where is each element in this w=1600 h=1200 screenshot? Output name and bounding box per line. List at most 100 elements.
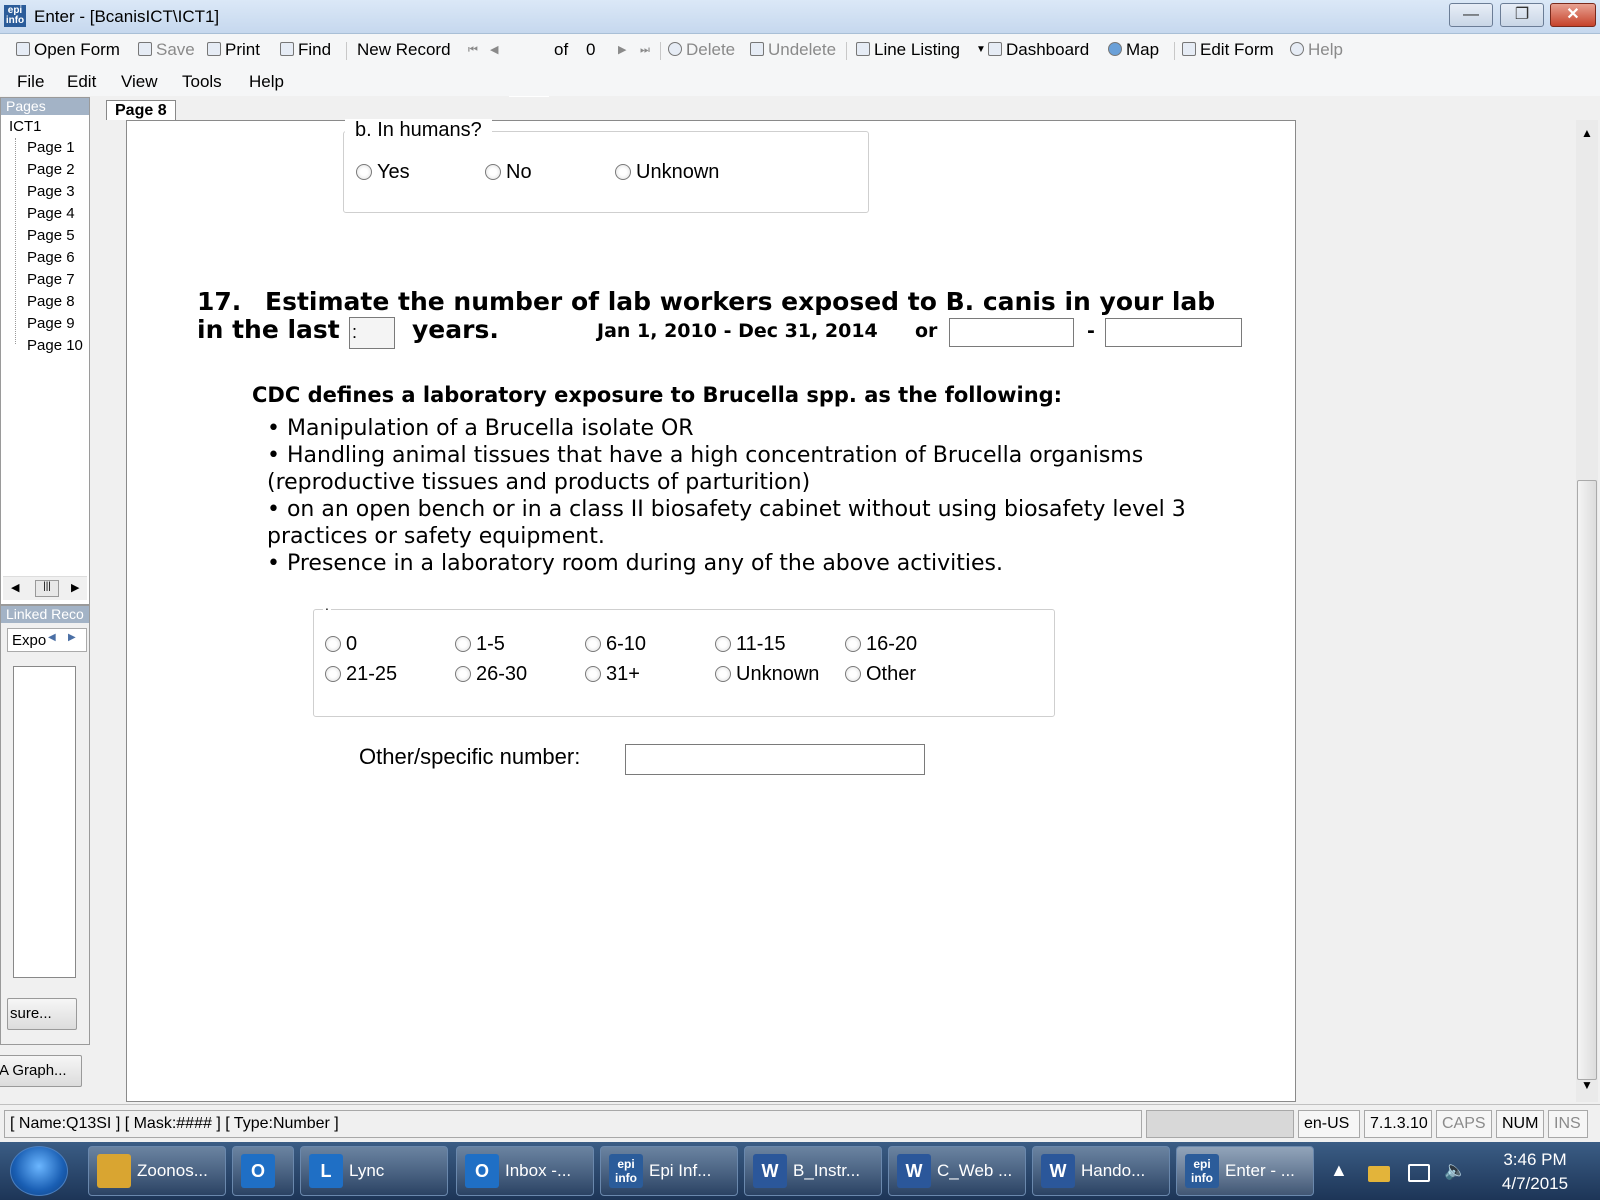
chart-icon bbox=[988, 42, 1002, 56]
question-17-number: 17. bbox=[197, 287, 242, 316]
exposure-option-other[interactable]: Other bbox=[845, 663, 916, 686]
other-number-input[interactable] bbox=[625, 744, 925, 775]
num-status: NUM bbox=[1496, 1110, 1544, 1138]
last-record-icon[interactable]: ⏭ bbox=[640, 39, 650, 61]
radio-circle bbox=[585, 666, 601, 682]
menu-edit[interactable]: Edit bbox=[67, 72, 96, 92]
humans-no-radio[interactable]: No bbox=[485, 161, 532, 184]
exposure-option-1-5[interactable]: 1-5 bbox=[455, 633, 505, 656]
menu-tools[interactable]: Tools bbox=[182, 72, 222, 92]
restore-button[interactable]: ❐ bbox=[1500, 3, 1544, 27]
menu-help[interactable]: Help bbox=[249, 72, 284, 92]
taskbar-item-epi-info[interactable]: epi info Epi Inf... bbox=[600, 1146, 738, 1196]
next-record-icon[interactable]: ▶ bbox=[618, 39, 626, 61]
exposure-button[interactable]: sure... bbox=[7, 998, 77, 1030]
taskbar-item-hando[interactable]: W Hando... bbox=[1032, 1146, 1170, 1196]
tree-item-page-1[interactable]: Page 1 bbox=[27, 139, 75, 156]
pages-horizontal-scrollbar[interactable]: ◀ ||| ▶ bbox=[3, 576, 87, 600]
start-date-input[interactable] bbox=[949, 318, 1074, 347]
show-hidden-icons-icon[interactable]: ▲ bbox=[1330, 1160, 1348, 1181]
taskbar-item-inbox[interactable]: O Inbox -... bbox=[456, 1146, 594, 1196]
folder-icon bbox=[97, 1154, 131, 1188]
toolbar-separator bbox=[660, 42, 661, 60]
form-scroll-thumb[interactable] bbox=[1577, 480, 1597, 1080]
find-button[interactable]: Find bbox=[280, 39, 331, 61]
exposure-option-unknown[interactable]: Unknown bbox=[715, 663, 819, 686]
network-icon[interactable] bbox=[1408, 1164, 1430, 1182]
taskbar-item-lync[interactable]: L Lync bbox=[300, 1146, 448, 1196]
mail-notification-icon[interactable] bbox=[1368, 1166, 1390, 1182]
tree-item-page-9[interactable]: Page 9 bbox=[27, 315, 75, 332]
graph-button[interactable]: A Graph... bbox=[0, 1055, 82, 1087]
new-record-button[interactable]: New Record bbox=[357, 39, 451, 61]
taskbar-item-b-instr[interactable]: W B_Instr... bbox=[744, 1146, 882, 1196]
taskbar-item-c-web[interactable]: W C_Web ... bbox=[888, 1146, 1026, 1196]
edit-form-button[interactable]: Edit Form bbox=[1182, 39, 1274, 61]
outlook-icon: O bbox=[465, 1154, 499, 1188]
taskbar-item-enter[interactable]: epi info Enter - ... bbox=[1176, 1146, 1314, 1196]
grid-icon bbox=[856, 42, 870, 56]
end-date-input[interactable] bbox=[1105, 318, 1242, 347]
print-button[interactable]: Print bbox=[207, 39, 260, 61]
humans-option-group bbox=[343, 131, 869, 213]
tree-item-page-2[interactable]: Page 2 bbox=[27, 161, 75, 178]
humans-yes-radio[interactable]: Yes bbox=[356, 161, 410, 184]
tree-item-page-10[interactable]: Page 10 bbox=[27, 337, 83, 354]
tab-scroll-right-icon[interactable]: ▶ bbox=[68, 632, 76, 643]
close-button[interactable]: ✕ bbox=[1550, 3, 1596, 27]
line-listing-button[interactable]: Line Listing bbox=[856, 39, 960, 61]
tree-item-page-8[interactable]: Page 8 bbox=[27, 293, 75, 310]
delete-button[interactable]: Delete bbox=[668, 39, 735, 61]
humans-question-label: b. In humans? bbox=[345, 119, 492, 142]
scroll-right-icon[interactable]: ▶ bbox=[71, 581, 79, 594]
linked-records-tab[interactable]: Expo ◀ ▶ bbox=[7, 628, 87, 652]
scroll-thumb[interactable]: ||| bbox=[35, 580, 59, 597]
taskbar-item-outlook[interactable]: O bbox=[232, 1146, 294, 1196]
undo-icon bbox=[750, 42, 764, 56]
tree-item-page-7[interactable]: Page 7 bbox=[27, 271, 75, 288]
minimize-button[interactable]: — bbox=[1449, 3, 1493, 27]
undelete-button[interactable]: Undelete bbox=[750, 39, 836, 61]
map-button[interactable]: Map bbox=[1108, 39, 1159, 61]
exposure-option-0[interactable]: 0 bbox=[325, 633, 357, 656]
previous-record-icon[interactable]: ◀ bbox=[490, 39, 498, 61]
dashboard-button[interactable]: Dashboard bbox=[988, 39, 1089, 61]
scroll-down-icon[interactable]: ▼ bbox=[1581, 1078, 1593, 1092]
tab-page-8[interactable]: Page 8 bbox=[106, 100, 176, 120]
help-button[interactable]: Help bbox=[1290, 39, 1343, 61]
exposure-option-6-10[interactable]: 6-10 bbox=[585, 633, 646, 656]
line-listing-dropdown-icon[interactable]: ▼ bbox=[976, 39, 986, 61]
volume-icon[interactable]: 🔈 bbox=[1444, 1160, 1466, 1181]
scroll-up-icon[interactable]: ▲ bbox=[1581, 126, 1593, 140]
tree-item-page-6[interactable]: Page 6 bbox=[27, 249, 75, 266]
tree-item-page-4[interactable]: Page 4 bbox=[27, 205, 75, 222]
menu-view[interactable]: View bbox=[121, 72, 158, 92]
open-form-button[interactable]: Open Form bbox=[16, 39, 120, 61]
linked-records-list[interactable] bbox=[13, 666, 76, 978]
save-button[interactable]: Save bbox=[138, 39, 195, 61]
taskbar-item-zoonos[interactable]: Zoonos... bbox=[88, 1146, 226, 1196]
radio-circle bbox=[715, 666, 731, 682]
years-input[interactable]: : bbox=[349, 317, 395, 349]
tree-root-ict1[interactable]: ICT1 bbox=[9, 118, 42, 135]
tab-scroll-left-icon[interactable]: ◀ bbox=[48, 632, 56, 643]
tree-item-page-3[interactable]: Page 3 bbox=[27, 183, 75, 200]
record-of-label: of bbox=[554, 40, 569, 59]
tree-item-page-5[interactable]: Page 5 bbox=[27, 227, 75, 244]
start-button[interactable] bbox=[10, 1146, 68, 1196]
radio-circle bbox=[715, 636, 731, 652]
clock-date: 4/7/2015 bbox=[1501, 1174, 1569, 1193]
menu-file[interactable]: File bbox=[17, 72, 44, 92]
exposure-option-26-30[interactable]: 26-30 bbox=[455, 663, 527, 686]
taskbar-clock[interactable]: 3:46 PM 4/7/2015 bbox=[1480, 1148, 1590, 1196]
scroll-left-icon[interactable]: ◀ bbox=[11, 581, 19, 594]
exposure-option-21-25[interactable]: 21-25 bbox=[325, 663, 397, 686]
epi-info-icon: epi info bbox=[609, 1154, 643, 1188]
toolbar: Open Form Save Print Find New Record ⏮ ◀… bbox=[0, 34, 1600, 97]
exposure-option-11-15[interactable]: 11-15 bbox=[715, 633, 786, 656]
first-record-icon[interactable]: ⏮ bbox=[468, 39, 478, 61]
exposure-option-16-20[interactable]: 16-20 bbox=[845, 633, 917, 656]
exposure-option-31-plus[interactable]: 31+ bbox=[585, 663, 640, 686]
question-17-text: Estimate the number of lab workers expos… bbox=[265, 287, 1216, 316]
humans-unknown-radio[interactable]: Unknown bbox=[615, 161, 719, 184]
